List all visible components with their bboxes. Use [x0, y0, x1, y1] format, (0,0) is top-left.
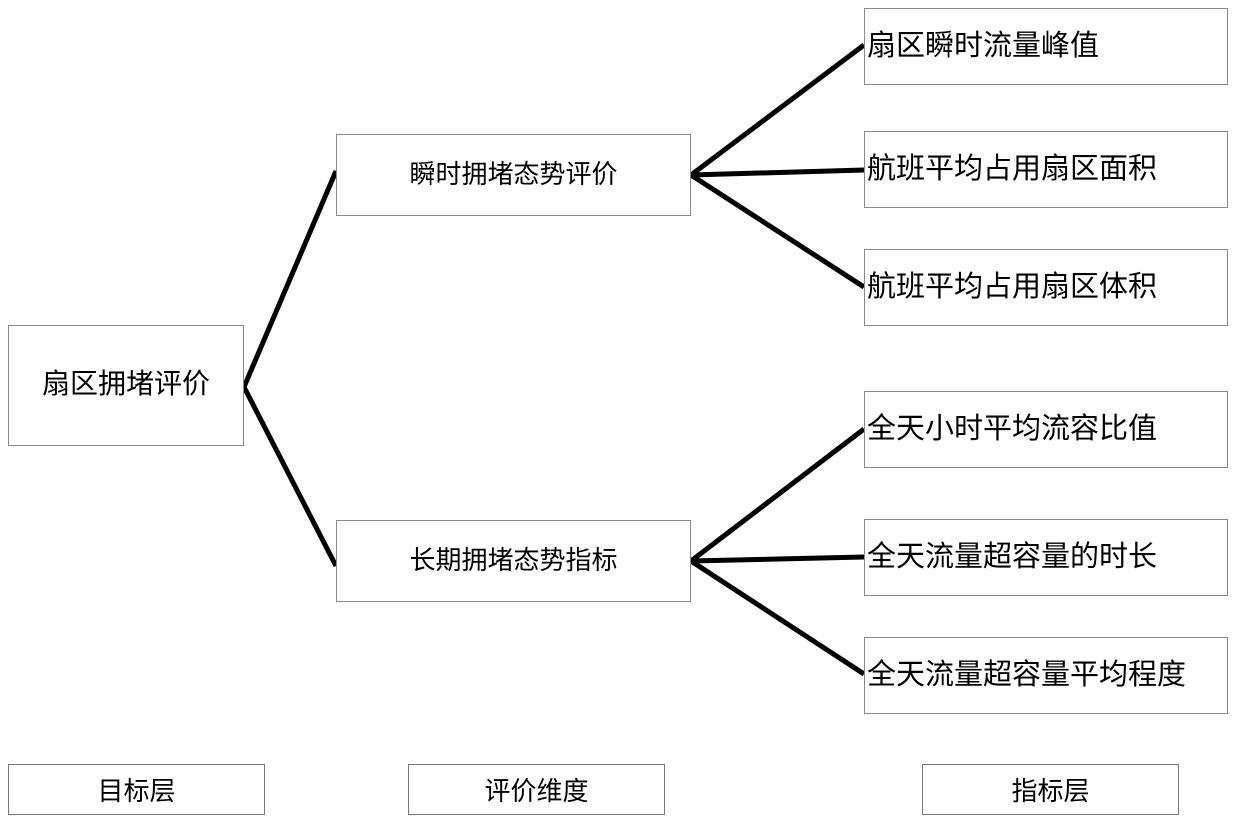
legend-indicator-layer-label: 指标层 — [1011, 777, 1090, 806]
edge-dimension-1-to-indicator-2 — [690, 167, 865, 178]
node-indicator-1-label: 扇区瞬时流量峰值 — [867, 29, 1100, 62]
edge-dimension-2-to-indicator-5 — [690, 554, 865, 564]
legend-goal-layer: 目标层 — [8, 764, 265, 815]
node-indicator-5[interactable]: 全天流量超容量的时长 — [864, 519, 1228, 596]
node-indicator-4[interactable]: 全天小时平均流容比值 — [864, 391, 1228, 468]
legend-evaluation-dimension: 评价维度 — [408, 764, 665, 815]
edge-dimension-1-to-indicator-1 — [689, 43, 866, 177]
legend-indicator-layer: 指标层 — [922, 764, 1179, 815]
diagram-canvas: 扇区拥堵评价 瞬时拥堵态势评价 长期拥堵态势指标 扇区瞬时流量峰值 航班平均占用… — [0, 0, 1240, 828]
legend-evaluation-dimension-label: 评价维度 — [484, 777, 589, 806]
node-indicator-2[interactable]: 航班平均占用扇区面积 — [864, 131, 1228, 208]
edge-dimension-2-to-indicator-6 — [689, 558, 866, 677]
node-indicator-3-label: 航班平均占用扇区体积 — [867, 270, 1158, 303]
node-dimension-longterm[interactable]: 长期拥堵态势指标 — [336, 520, 691, 602]
node-indicator-3[interactable]: 航班平均占用扇区体积 — [864, 249, 1228, 326]
node-dimension-instant[interactable]: 瞬时拥堵态势评价 — [336, 134, 691, 216]
node-root[interactable]: 扇区拥堵评价 — [8, 325, 244, 446]
node-indicator-1[interactable]: 扇区瞬时流量峰值 — [864, 8, 1228, 85]
edge-dimension-1-to-indicator-3 — [689, 172, 866, 290]
edge-dimension-2-to-indicator-4 — [689, 427, 866, 563]
node-root-label: 扇区拥堵评价 — [41, 369, 210, 401]
node-indicator-5-label: 全天流量超容量的时长 — [867, 540, 1158, 573]
node-indicator-6[interactable]: 全天流量超容量平均程度 — [864, 637, 1228, 714]
edge-root-to-dimension-1 — [241, 170, 339, 388]
node-dimension-instant-label: 瞬时拥堵态势评价 — [409, 159, 618, 189]
legend-goal-layer-label: 目标层 — [97, 777, 176, 806]
node-indicator-4-label: 全天小时平均流容比值 — [867, 412, 1158, 445]
edge-root-to-dimension-2 — [241, 385, 339, 568]
node-indicator-6-label: 全天流量超容量平均程度 — [867, 658, 1187, 691]
node-indicator-2-label: 航班平均占用扇区面积 — [867, 152, 1158, 185]
node-dimension-longterm-label: 长期拥堵态势指标 — [409, 545, 618, 575]
